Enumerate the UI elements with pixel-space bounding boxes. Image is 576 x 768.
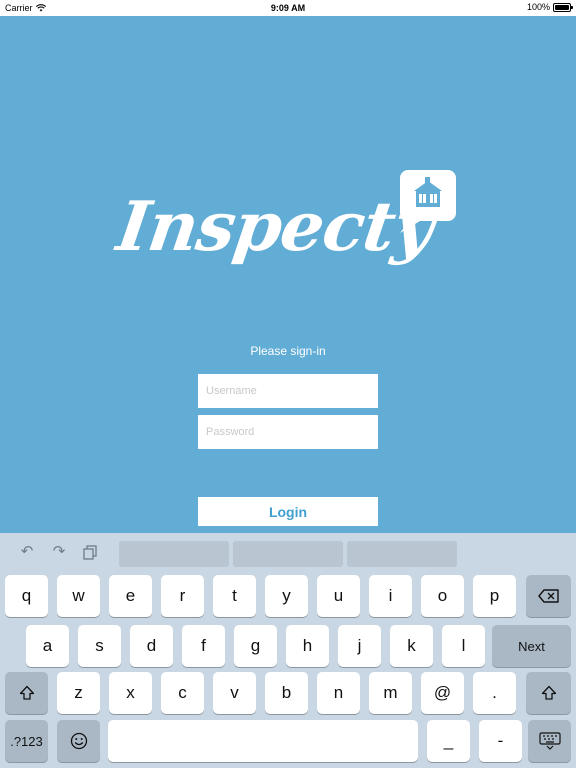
battery-percent: 100% [526, 2, 550, 12]
key-u[interactable]: u [317, 575, 360, 617]
key-period[interactable]: . [473, 672, 516, 714]
key-j[interactable]: j [338, 625, 381, 667]
backspace-key[interactable] [526, 575, 571, 617]
key-h[interactable]: h [286, 625, 329, 667]
key-at[interactable]: @ [421, 672, 464, 714]
key-dash[interactable]: - [479, 720, 522, 762]
key-f[interactable]: f [182, 625, 225, 667]
suggestion-slot[interactable] [233, 541, 343, 567]
shift-icon [541, 685, 556, 700]
key-n[interactable]: n [317, 672, 360, 714]
key-b[interactable]: b [265, 672, 308, 714]
house-bubble-icon [400, 170, 456, 233]
key-a[interactable]: a [26, 625, 69, 667]
key-l[interactable]: l [442, 625, 485, 667]
key-g[interactable]: g [234, 625, 277, 667]
on-screen-keyboard: ↶ ↷ q w e r t y u i o p a s d f g h j k … [0, 533, 576, 768]
key-y[interactable]: y [265, 575, 308, 617]
clock: 9:09 AM [270, 3, 306, 13]
numbers-key[interactable]: .?123 [5, 720, 48, 762]
key-z[interactable]: z [57, 672, 100, 714]
emoji-key[interactable] [57, 720, 100, 762]
shift-key-right[interactable] [526, 672, 571, 714]
shortcut-bar: ↶ ↷ [0, 533, 576, 571]
key-i[interactable]: i [369, 575, 412, 617]
shift-key-left[interactable] [5, 672, 48, 714]
key-w[interactable]: w [57, 575, 100, 617]
logo-wordmark: Inspecty [112, 187, 439, 267]
next-key[interactable]: Next [492, 625, 571, 667]
key-r[interactable]: r [161, 575, 204, 617]
key-k[interactable]: k [390, 625, 433, 667]
battery-icon [553, 2, 573, 12]
key-d[interactable]: d [130, 625, 173, 667]
key-x[interactable]: x [109, 672, 152, 714]
key-o[interactable]: o [421, 575, 464, 617]
hide-keyboard-key[interactable] [528, 720, 571, 762]
login-button[interactable]: Login [198, 497, 378, 526]
paste-icon[interactable] [81, 544, 99, 560]
key-t[interactable]: t [213, 575, 256, 617]
keyboard-dismiss-icon [538, 732, 561, 750]
key-m[interactable]: m [369, 672, 412, 714]
key-e[interactable]: e [109, 575, 152, 617]
battery-status: 100% [526, 2, 573, 12]
key-v[interactable]: v [213, 672, 256, 714]
username-input[interactable] [198, 374, 378, 408]
key-s[interactable]: s [78, 625, 121, 667]
shift-icon [19, 685, 34, 700]
key-underscore[interactable]: _ [427, 720, 470, 762]
password-input[interactable] [198, 415, 378, 449]
undo-icon[interactable]: ↶ [18, 544, 36, 560]
signin-prompt: Please sign-in [250, 344, 326, 358]
key-c[interactable]: c [161, 672, 204, 714]
key-p[interactable]: p [473, 575, 516, 617]
status-bar: Carrier 9:09 AM 100% [0, 0, 576, 16]
key-q[interactable]: q [5, 575, 48, 617]
suggestion-slot[interactable] [119, 541, 229, 567]
emoji-icon [70, 732, 87, 750]
suggestion-slot[interactable] [347, 541, 457, 567]
space-key[interactable] [108, 720, 418, 762]
backspace-icon [537, 589, 559, 603]
redo-icon[interactable]: ↷ [50, 544, 68, 560]
app-logo: Inspecty [112, 165, 463, 295]
